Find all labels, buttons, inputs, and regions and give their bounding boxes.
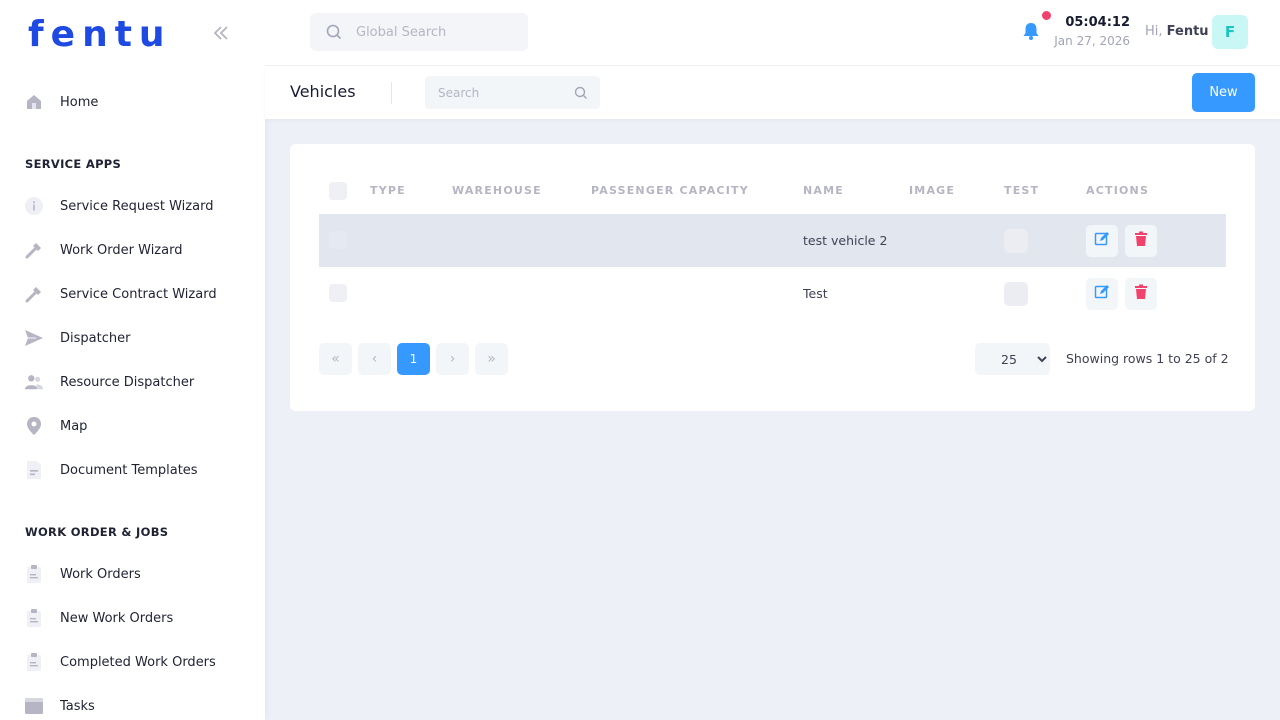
clipboard-icon [24, 608, 44, 628]
sidebar-item-label: Document Templates [60, 462, 198, 478]
vehicles-card: TYPE WAREHOUSE PASSENGER CAPACITY NAME I… [290, 144, 1255, 411]
avatar[interactable]: F [1212, 15, 1248, 49]
clock-date: Jan 27, 2026 [1054, 34, 1130, 48]
section-title-work-order-jobs: WORK ORDER & JOBS [25, 525, 169, 539]
page-size-select[interactable]: 25 [975, 343, 1050, 375]
global-search[interactable] [310, 13, 528, 51]
sidebar-item-tasks[interactable]: Tasks [24, 695, 95, 717]
cell-name: test vehicle 2 [803, 233, 888, 248]
wrench-icon [24, 240, 44, 260]
map-pin-icon [24, 416, 44, 436]
sidebar-item-home[interactable]: Home [24, 91, 98, 113]
trash-icon [1134, 231, 1148, 251]
edit-icon [1094, 231, 1110, 251]
sidebar: fentu Home SERVICE APPS Service Request … [0, 0, 265, 720]
sidebar-item-new-work-orders[interactable]: New Work Orders [24, 607, 173, 629]
brand-logo[interactable]: fentu [28, 14, 172, 55]
sidebar-item-work-order-wizard[interactable]: Work Order Wizard [24, 239, 182, 261]
edit-button[interactable] [1086, 278, 1118, 310]
sidebar-item-label: Tasks [60, 698, 95, 714]
delete-button[interactable] [1125, 278, 1157, 310]
global-search-input[interactable] [356, 24, 516, 40]
clock-time: 05:04:12 [1065, 15, 1130, 30]
home-icon [24, 92, 44, 112]
send-icon [24, 328, 44, 348]
sidebar-item-label: Resource Dispatcher [60, 374, 195, 390]
column-header-type[interactable]: TYPE [370, 184, 406, 197]
sidebar-item-label: Service Contract Wizard [60, 286, 217, 302]
last-page-button[interactable]: » [475, 343, 508, 375]
edit-icon [1094, 284, 1110, 304]
row-select-checkbox[interactable] [329, 284, 347, 302]
sidebar-item-label: Service Request Wizard [60, 198, 214, 214]
collapse-sidebar-icon[interactable] [210, 22, 232, 44]
section-title-service-apps: SERVICE APPS [25, 157, 122, 171]
column-header-test[interactable]: TEST [1004, 184, 1039, 197]
sidebar-item-label: Work Order Wizard [60, 242, 183, 258]
sidebar-item-dispatcher[interactable]: Dispatcher [24, 327, 130, 349]
notification-badge [1042, 11, 1051, 20]
first-page-button[interactable]: « [319, 343, 352, 375]
cell-name: Test [803, 286, 828, 301]
search-icon [326, 24, 342, 40]
sidebar-item-service-contract-wizard[interactable]: Service Contract Wizard [24, 283, 217, 305]
greeting-text: Hi, [1145, 24, 1163, 39]
info-icon [24, 196, 44, 216]
table-row[interactable]: test vehicle 2 [319, 214, 1226, 267]
sidebar-item-label: Map [60, 418, 88, 434]
users-icon [24, 372, 44, 392]
test-checkbox[interactable] [1004, 229, 1028, 253]
sidebar-item-completed-work-orders[interactable]: Completed Work Orders [24, 651, 216, 673]
column-header-warehouse[interactable]: WAREHOUSE [452, 184, 542, 197]
bell-icon[interactable] [1021, 21, 1041, 41]
sidebar-item-label: Completed Work Orders [60, 654, 216, 670]
column-header-image[interactable]: IMAGE [909, 184, 955, 197]
top-header: 05:04:12 Jan 27, 2026 Hi, Fentu F [265, 0, 1280, 66]
select-all-checkbox[interactable] [329, 182, 347, 200]
list-search[interactable] [425, 76, 600, 109]
sidebar-item-map[interactable]: Map [24, 415, 87, 437]
sidebar-item-document-templates[interactable]: Document Templates [24, 459, 198, 481]
table-row[interactable]: Test [319, 267, 1226, 320]
trash-icon [1134, 284, 1148, 304]
wrench-icon [24, 284, 44, 304]
user-greeting[interactable]: Hi, Fentu [1145, 24, 1209, 39]
document-icon [24, 460, 44, 480]
prev-page-button[interactable]: ‹ [358, 343, 391, 375]
clipboard-icon [24, 564, 44, 584]
sidebar-item-label: Dispatcher [60, 330, 131, 346]
test-checkbox[interactable] [1004, 282, 1028, 306]
new-button[interactable]: New [1192, 73, 1255, 112]
page-button-current[interactable]: 1 [397, 343, 430, 375]
divider [391, 82, 392, 104]
sidebar-item-resource-dispatcher[interactable]: Resource Dispatcher [24, 371, 194, 393]
list-search-input[interactable] [438, 85, 568, 100]
folder-icon [24, 696, 44, 716]
edit-button[interactable] [1086, 225, 1118, 257]
sidebar-item-label: Home [60, 94, 99, 110]
search-icon[interactable] [574, 85, 588, 99]
column-header-name[interactable]: NAME [803, 184, 844, 197]
column-header-passenger-capacity[interactable]: PASSENGER CAPACITY [591, 184, 749, 197]
sidebar-item-service-request-wizard[interactable]: Service Request Wizard [24, 195, 213, 217]
subheader: Vehicles New [265, 66, 1280, 119]
sidebar-item-label: New Work Orders [60, 610, 174, 626]
column-header-actions: ACTIONS [1086, 184, 1150, 197]
sidebar-item-label: Work Orders [60, 566, 141, 582]
sidebar-item-work-orders[interactable]: Work Orders [24, 563, 141, 585]
delete-button[interactable] [1125, 225, 1157, 257]
user-name: Fentu [1166, 24, 1209, 39]
row-select-checkbox[interactable] [329, 231, 347, 249]
rows-summary: Showing rows 1 to 25 of 2 [1066, 351, 1229, 366]
clipboard-icon [24, 652, 44, 672]
page-title: Vehicles [290, 82, 356, 101]
next-page-button[interactable]: › [436, 343, 469, 375]
